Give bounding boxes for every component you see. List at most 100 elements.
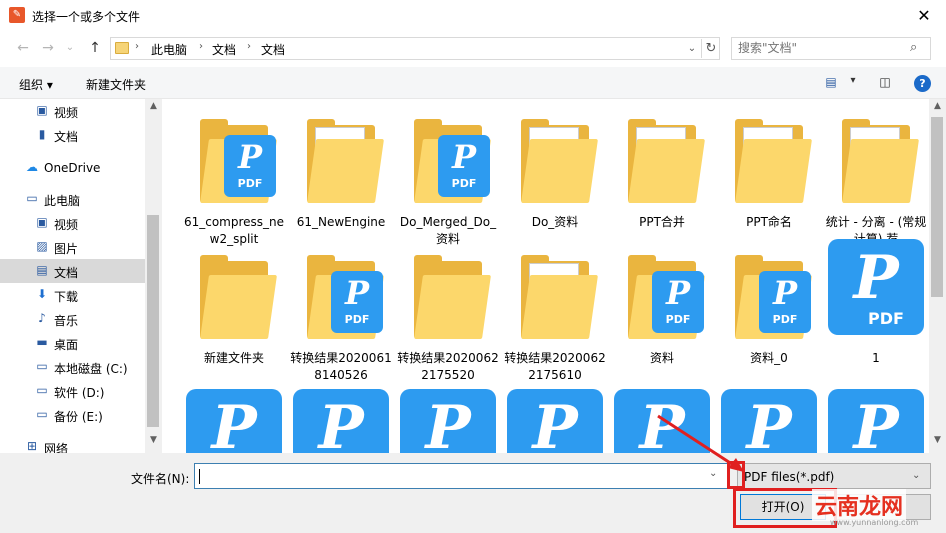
preview-pane-icon[interactable]: ◫ — [876, 75, 894, 91]
folder-icon: P PDF — [735, 255, 812, 343]
sidebar-item-label: 软件 (D:) — [54, 386, 105, 400]
file-name: PPT命名 — [746, 215, 792, 229]
breadcrumb-this-pc[interactable]: 此电脑 — [151, 41, 187, 58]
pdf-logo-glyph: P — [425, 393, 471, 453]
back-button[interactable]: ← — [13, 38, 33, 58]
nav-icon: ▮ — [38, 127, 46, 141]
sidebar-item-drive-d[interactable]: ▭ 软件 (D:) — [0, 379, 145, 403]
file-name: 转换结果20200618140526 — [290, 351, 392, 382]
file-item[interactable]: P — [289, 389, 393, 453]
new-folder-button[interactable]: 新建文件夹 — [86, 76, 146, 93]
search-box[interactable]: ⌕ — [731, 37, 931, 60]
file-item[interactable]: P — [396, 389, 500, 453]
folder-icon — [842, 119, 919, 207]
file-item[interactable]: P — [182, 389, 286, 453]
up-button[interactable]: ↑ — [85, 38, 105, 58]
sidebar-item-label: 视频 — [54, 106, 79, 120]
nav-icon: ⊞ — [26, 439, 38, 453]
pdf-file-icon: P — [293, 389, 389, 453]
address-dropdown-icon[interactable]: ⌄ — [683, 40, 701, 58]
sidebar-scrollbar[interactable]: ▲ ▼ — [145, 99, 162, 453]
view-mode-icon[interactable]: ▤ — [822, 75, 840, 91]
close-button[interactable]: ✕ — [902, 0, 946, 31]
sidebar-item-this-pc[interactable]: ▭ 此电脑 — [0, 187, 145, 211]
sidebar-item-pictures[interactable]: ▨ 图片 — [0, 235, 145, 259]
pdf-logo-glyph: P — [344, 274, 370, 312]
pdf-badge-icon: P PDF — [331, 271, 383, 333]
sidebar-item-desktop[interactable]: ▬ 桌面 — [0, 331, 145, 355]
file-item[interactable]: P — [824, 389, 928, 453]
chevron-down-icon[interactable]: ⌄ — [912, 470, 920, 481]
file-item[interactable]: P PDF 资料 — [610, 245, 714, 385]
view-dropdown-icon[interactable]: ▾ — [844, 75, 862, 91]
file-item[interactable]: P PDF 转换结果20200618140526 — [289, 245, 393, 385]
file-item[interactable]: P PDF 资料_0 — [717, 245, 821, 385]
toolbar: 组织 ▾ 新建文件夹 ▤ ▾ ◫ — [0, 67, 946, 99]
file-name: 转换结果20200622175520 — [397, 351, 499, 382]
help-icon[interactable]: ? — [914, 75, 931, 92]
nav-icon: ⬇ — [36, 287, 48, 301]
scroll-up-icon[interactable]: ▲ — [929, 101, 946, 111]
refresh-icon[interactable]: ↻ — [701, 39, 720, 58]
pdf-text: PDF — [868, 309, 904, 328]
file-item[interactable]: P PDF 61_compress_new2_split — [182, 109, 286, 249]
sidebar-item-onedrive[interactable]: ☁ OneDrive — [0, 156, 145, 180]
file-item[interactable]: P PDF 1 — [824, 239, 928, 385]
folder-icon: P PDF — [307, 255, 384, 343]
file-item[interactable]: 新建文件夹 — [182, 245, 286, 385]
scrollbar-thumb[interactable] — [147, 215, 159, 427]
nav-icon: ▣ — [36, 103, 48, 117]
scroll-down-icon[interactable]: ▼ — [929, 435, 946, 445]
file-item[interactable]: PPT命名 — [717, 109, 821, 249]
file-item[interactable]: 转换结果20200622175520 — [396, 245, 500, 385]
sidebar-item-documents[interactable]: ▤ 文档 — [0, 259, 145, 283]
file-item[interactable]: Do_资料 — [503, 109, 607, 249]
sidebar-item-drive-e[interactable]: ▭ 备份 (E:) — [0, 403, 145, 427]
file-item[interactable]: 61_NewEngine — [289, 109, 393, 249]
pdf-text: PDF — [772, 313, 798, 326]
recent-locations-button[interactable]: ⌄ — [60, 38, 80, 58]
search-icon[interactable]: ⌕ — [910, 40, 917, 55]
address-bar[interactable]: › 此电脑 › 文档 › 文档 ⌄ ↻ — [110, 37, 720, 60]
sidebar-item-label: 备份 (E:) — [54, 410, 103, 424]
pdf-logo-glyph: P — [665, 274, 691, 312]
search-input[interactable] — [738, 41, 898, 55]
file-item[interactable]: 转换结果20200622175610 — [503, 245, 607, 385]
sidebar-item-network[interactable]: ⊞ 网络 — [0, 435, 145, 453]
pdf-text: PDF — [665, 313, 691, 326]
file-name: 转换结果20200622175610 — [504, 351, 606, 382]
scroll-down-icon[interactable]: ▼ — [145, 435, 162, 445]
file-name: Do_资料 — [531, 215, 579, 229]
file-item[interactable]: P PDF Do_Merged_Do_资料 — [396, 109, 500, 249]
file-type-select[interactable]: PDF files(*.pdf) ⌄ — [737, 463, 931, 489]
pdf-badge-icon: P PDF — [224, 135, 276, 197]
main-scrollbar[interactable]: ▲ ▼ — [929, 99, 946, 453]
nav-icon: ▭ — [36, 407, 48, 421]
scroll-up-icon[interactable]: ▲ — [145, 101, 162, 111]
breadcrumb-docs[interactable]: 文档 — [212, 41, 236, 58]
file-name: 资料 — [649, 351, 674, 365]
organize-button[interactable]: 组织 ▾ — [19, 76, 53, 93]
file-item[interactable]: 统计 - 分离 - (常规计算) 荐 — [824, 109, 928, 249]
scrollbar-thumb[interactable] — [931, 117, 943, 297]
pdf-badge-icon: P PDF — [652, 271, 704, 333]
folder-icon — [735, 119, 812, 207]
sidebar-item-downloads[interactable]: ⬇ 下载 — [0, 283, 145, 307]
file-name: PPT合并 — [639, 215, 685, 229]
file-item[interactable]: P — [503, 389, 607, 453]
sidebar-item-drive-c[interactable]: ▭ 本地磁盘 (C:) — [0, 355, 145, 379]
file-type-value: PDF files(*.pdf) — [744, 470, 835, 484]
pdf-file-icon: P — [186, 389, 282, 453]
sidebar-item-music[interactable]: ♪ 音乐 — [0, 307, 145, 331]
sidebar-item-docs-quick[interactable]: ▮ 文档 — [0, 123, 145, 147]
sidebar-item-videos[interactable]: ▣ 视频 — [0, 211, 145, 235]
pdf-logo-glyph: P — [318, 393, 364, 453]
file-item[interactable]: PPT合并 — [610, 109, 714, 249]
file-name: Do_Merged_Do_资料 — [399, 215, 497, 246]
forward-button[interactable]: → — [38, 38, 58, 58]
nav-icon: ▭ — [36, 383, 48, 397]
sidebar-item-videos-quick[interactable]: ▣ 视频 — [0, 99, 145, 123]
file-name: 61_NewEngine — [296, 215, 386, 229]
breadcrumb-docs-current[interactable]: 文档 — [261, 41, 285, 58]
sidebar-item-label: 音乐 — [54, 314, 79, 328]
